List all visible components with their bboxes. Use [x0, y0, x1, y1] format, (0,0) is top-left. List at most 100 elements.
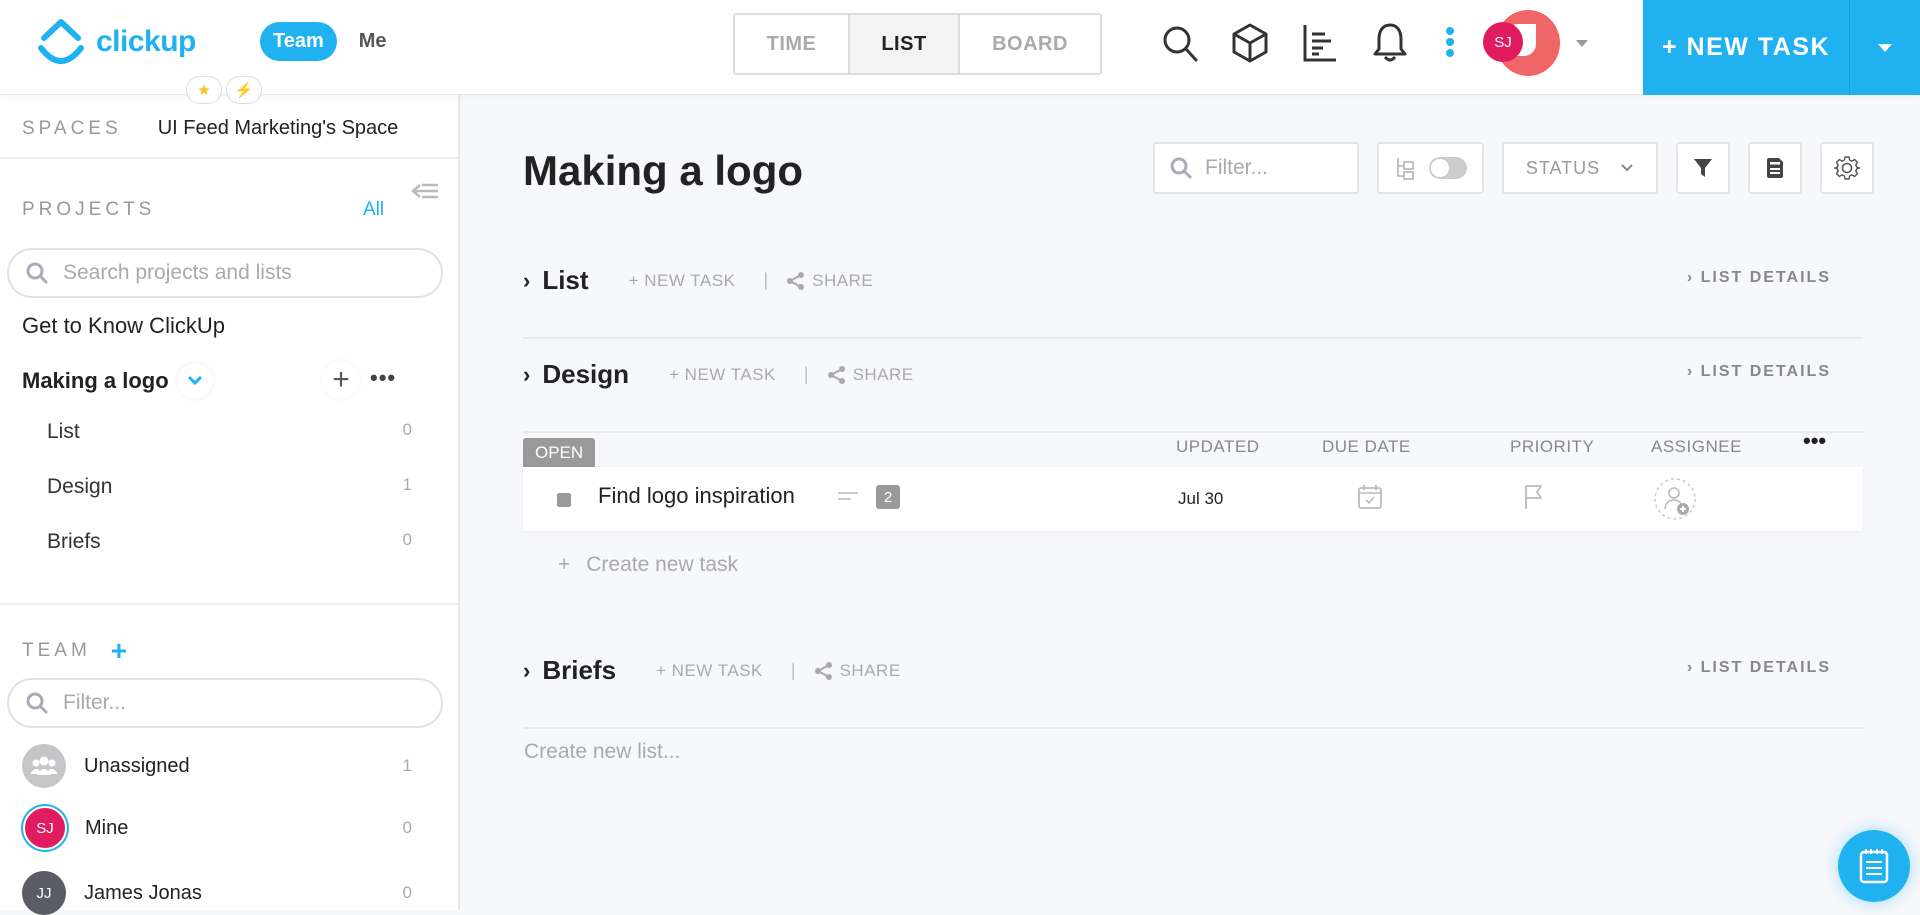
share-label: SHARE	[839, 660, 901, 680]
member-item[interactable]: Unassigned 1	[22, 744, 412, 788]
favorites-row: ★ ⚡	[186, 76, 262, 104]
settings-button[interactable]	[1820, 142, 1874, 194]
create-new-task[interactable]: + Create new task	[558, 553, 738, 577]
table-row[interactable]: Find logo inspiration 2 Jul 30	[523, 467, 1863, 531]
member-count: 1	[402, 756, 412, 775]
add-list-button[interactable]: +	[322, 361, 360, 399]
list-details-link[interactable]: › LIST DETAILS	[1687, 363, 1831, 381]
new-task-link[interactable]: + NEW TASK	[629, 271, 736, 291]
new-task-dropdown[interactable]	[1849, 0, 1920, 95]
clickup-logo[interactable]: clickup	[36, 16, 196, 68]
subtask-count[interactable]: 2	[876, 485, 900, 509]
new-task-link[interactable]: + NEW TASK	[656, 661, 763, 681]
share-link[interactable]: SHARE	[814, 661, 901, 681]
filter-input[interactable]: Filter...	[1153, 142, 1359, 194]
list-title[interactable]: Briefs	[542, 655, 616, 686]
star-icon[interactable]: ★	[186, 76, 222, 104]
list-details-label: LIST DETAILS	[1700, 269, 1831, 286]
team-filter-input[interactable]: Filter...	[7, 678, 443, 728]
subtasks-toggle[interactable]	[1377, 142, 1484, 194]
bell-icon[interactable]	[1365, 20, 1415, 66]
chevron-right-icon[interactable]: ›	[523, 658, 530, 684]
add-assignee-icon[interactable]	[1653, 477, 1697, 526]
more-vertical-icon[interactable]	[1435, 20, 1465, 66]
new-task-button[interactable]: + NEW TASK	[1643, 0, 1849, 95]
list-title[interactable]: List	[542, 265, 588, 296]
scope-team-button[interactable]: Team	[260, 22, 337, 61]
list-title[interactable]: Design	[542, 359, 629, 390]
divider	[0, 157, 458, 159]
list-section-list: › List + NEW TASK | SHARE › LIST DETAILS	[523, 245, 1863, 339]
calendar-icon[interactable]	[1357, 483, 1383, 516]
list-details-link[interactable]: › LIST DETAILS	[1687, 659, 1831, 677]
column-updated[interactable]: UPDATED	[1176, 437, 1259, 457]
main-content: Making a logo Filter... STATUS › List + …	[460, 95, 1920, 910]
project-more-icon[interactable]: •••	[370, 365, 396, 391]
divider	[0, 603, 458, 605]
chevron-right-icon[interactable]: ›	[523, 268, 530, 294]
share-link[interactable]: SHARE	[786, 271, 873, 291]
toggle-switch[interactable]	[1428, 157, 1467, 179]
member-count: 0	[402, 818, 412, 837]
projects-all-link[interactable]: All	[363, 199, 384, 221]
share-link[interactable]: SHARE	[827, 365, 914, 385]
list-name: Design	[47, 475, 113, 498]
scope-me-button[interactable]: Me	[359, 30, 387, 53]
notepad-button[interactable]	[1838, 830, 1910, 902]
box-icon[interactable]	[1225, 20, 1275, 66]
chevron-down-icon[interactable]	[177, 363, 213, 399]
column-priority[interactable]: PRIORITY	[1510, 437, 1594, 457]
list-count: 0	[402, 530, 412, 549]
top-bar: clickup Team Me TIME LIST BOARD SJ + NEW…	[0, 0, 1920, 95]
member-item[interactable]: JJ James Jonas 0	[22, 871, 412, 915]
status-dropdown[interactable]: STATUS	[1502, 142, 1658, 194]
lightning-icon[interactable]: ⚡	[226, 76, 262, 104]
sidebar-list-item[interactable]: Briefs 0	[47, 530, 412, 554]
column-due-date[interactable]: DUE DATE	[1322, 437, 1411, 457]
filter-button[interactable]	[1676, 142, 1730, 194]
collapse-sidebar-icon[interactable]	[410, 181, 440, 210]
sidebar-list-item[interactable]: Design 1	[47, 475, 412, 499]
dashboard-icon[interactable]	[1295, 20, 1345, 66]
share-icon	[814, 661, 832, 680]
list-count: 0	[402, 420, 412, 439]
task-status-icon[interactable]	[557, 493, 571, 507]
project-search-input[interactable]: Search projects and lists	[7, 248, 443, 298]
avatar: JJ	[22, 871, 66, 915]
filter-placeholder: Filter...	[1205, 156, 1269, 179]
caret-down-icon	[1878, 43, 1892, 52]
project-name: Making a logo	[22, 368, 169, 393]
tab-time[interactable]: TIME	[735, 15, 850, 73]
tab-list[interactable]: LIST	[850, 15, 960, 73]
columns-more-icon[interactable]: •••	[1803, 428, 1826, 454]
task-name[interactable]: Find logo inspiration	[598, 483, 795, 509]
team-header: TEAM +	[22, 635, 127, 667]
projects-label: PROJECTS	[22, 199, 156, 220]
list-details-link[interactable]: › LIST DETAILS	[1687, 269, 1831, 287]
share-label: SHARE	[812, 270, 874, 290]
share-icon	[827, 365, 845, 384]
user-menu-caret-icon[interactable]	[1576, 40, 1588, 47]
project-get-to-know-clickup[interactable]: Get to Know ClickUp	[22, 313, 225, 339]
sidebar-list-item[interactable]: List 0	[47, 420, 412, 444]
list-name: List	[47, 420, 80, 443]
list-details-label: LIST DETAILS	[1700, 659, 1831, 676]
funnel-icon	[1694, 159, 1712, 177]
toolbar: Filter... STATUS	[1153, 142, 1874, 194]
chevron-down-icon	[1621, 164, 1633, 172]
flag-icon[interactable]	[1523, 483, 1545, 516]
description-icon	[837, 489, 859, 508]
member-item[interactable]: SJ Mine 0	[22, 806, 412, 850]
add-team-member-icon[interactable]: +	[111, 635, 127, 667]
search-icon[interactable]	[1155, 20, 1205, 66]
chevron-right-icon[interactable]: ›	[523, 362, 530, 388]
new-task-link[interactable]: + NEW TASK	[669, 365, 776, 385]
user-menu[interactable]: SJ	[1480, 8, 1566, 78]
save-view-button[interactable]	[1748, 142, 1802, 194]
status-label: STATUS	[1525, 157, 1601, 178]
tab-board[interactable]: BOARD	[960, 15, 1100, 73]
space-name[interactable]: UI Feed Marketing's Space	[158, 117, 399, 140]
clickup-logo-icon	[38, 19, 84, 64]
column-assignee[interactable]: ASSIGNEE	[1651, 437, 1742, 457]
create-new-list[interactable]: Create new list...	[524, 740, 680, 764]
